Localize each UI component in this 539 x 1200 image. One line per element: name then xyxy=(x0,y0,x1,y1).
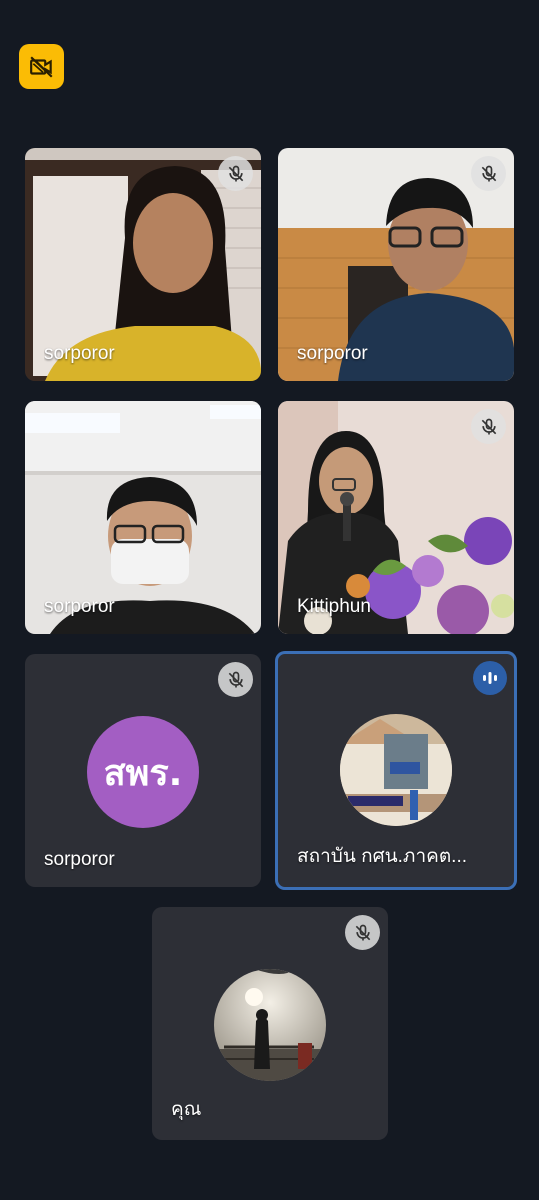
participant-name: sorporor xyxy=(44,343,115,364)
muted-mic-icon xyxy=(345,915,380,950)
speaking-indicator-icon xyxy=(473,661,507,695)
participant-name: sorporor xyxy=(44,596,115,617)
avatar xyxy=(214,969,326,1081)
muted-mic-icon xyxy=(471,409,506,444)
participant-tile[interactable]: sorporor xyxy=(25,401,261,634)
participant-name: sorporor xyxy=(297,343,368,364)
self-tile[interactable]: คุณ xyxy=(152,907,388,1140)
participant-name: Kittiphun xyxy=(297,596,371,617)
camera-off-icon xyxy=(29,55,52,78)
participant-tile[interactable]: สพร. sorporor xyxy=(25,654,261,887)
avatar-initials: สพร. xyxy=(87,716,199,828)
participant-name: สถาบัน กศน.ภาคต... xyxy=(297,846,468,867)
participant-tile[interactable]: sorporor xyxy=(25,148,261,381)
muted-mic-icon xyxy=(471,156,506,191)
muted-mic-icon xyxy=(218,662,253,697)
participant-name: sorporor xyxy=(44,849,115,870)
participant-name: คุณ xyxy=(171,1099,202,1120)
participant-tile[interactable]: สถาบัน กศน.ภาคต... xyxy=(275,651,517,890)
muted-mic-icon xyxy=(218,156,253,191)
camera-off-button[interactable] xyxy=(19,44,64,89)
avatar xyxy=(340,714,452,826)
participant-tile[interactable]: Kittiphun xyxy=(278,401,514,634)
participant-tile[interactable]: sorporor xyxy=(278,148,514,381)
